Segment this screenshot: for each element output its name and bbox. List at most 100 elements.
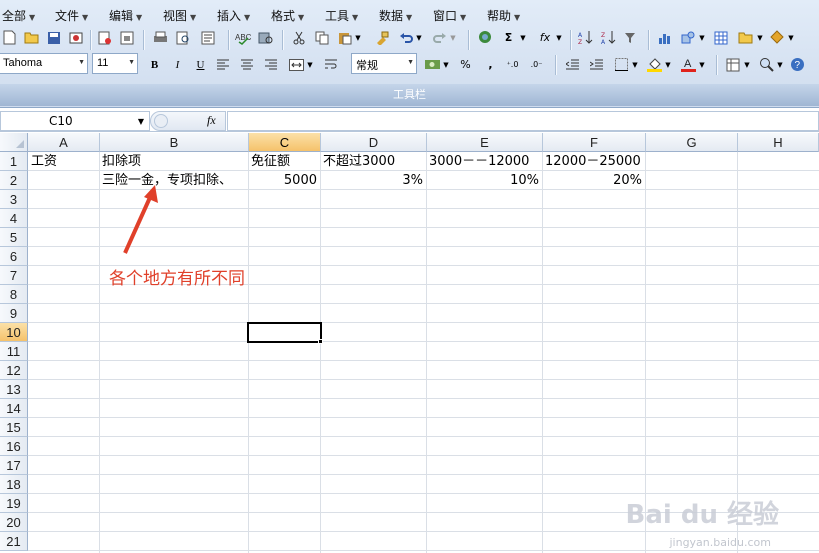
hyperlink-icon[interactable] — [476, 28, 495, 47]
column-header-f[interactable]: F — [543, 133, 646, 152]
format-cells-dropdown-icon[interactable]: ▼ — [742, 55, 752, 74]
font-name-select[interactable]: Tahoma ▼ — [0, 53, 88, 74]
currency-format-icon[interactable] — [423, 55, 442, 74]
menu-all[interactable]: 全部 ▼ — [2, 7, 35, 24]
spelling-icon[interactable]: ABC — [233, 28, 252, 47]
select-all-corner[interactable] — [0, 133, 28, 152]
folder-dropdown-icon[interactable]: ▼ — [755, 28, 765, 47]
help-dropdown-icon[interactable]: ▼ — [786, 28, 796, 47]
cell-e1[interactable]: 3000－－12000 — [426, 152, 542, 171]
menu-help[interactable]: 帮助 ▼ — [487, 7, 520, 24]
comma-style-button[interactable]: , — [481, 55, 500, 74]
active-cell-outline[interactable] — [247, 322, 322, 343]
row-header-17[interactable]: 17 — [0, 456, 28, 475]
column-header-b[interactable]: B — [100, 133, 249, 152]
format-cells-icon[interactable] — [724, 55, 743, 74]
redo-icon[interactable] — [430, 28, 449, 47]
align-center-icon[interactable] — [238, 55, 257, 74]
column-header-c[interactable]: C — [249, 133, 321, 152]
copy-icon[interactable] — [312, 28, 331, 47]
row-header-4[interactable]: 4 — [0, 209, 28, 228]
menu-tools[interactable]: 工具 ▼ — [325, 7, 358, 24]
cell-f1[interactable]: 12000－25000 — [542, 152, 645, 171]
menu-file[interactable]: 文件 ▼ — [55, 7, 88, 24]
filter-icon[interactable] — [622, 28, 641, 47]
redo-dropdown-icon[interactable]: ▼ — [448, 28, 458, 47]
row-header-19[interactable]: 19 — [0, 494, 28, 513]
fill-color-icon[interactable] — [645, 55, 664, 74]
sort-ascending-icon[interactable]: AZ — [576, 28, 595, 47]
font-color-icon[interactable]: A — [679, 55, 698, 74]
cell-f2[interactable]: 20% — [542, 171, 645, 190]
menu-insert[interactable]: 插入 ▼ — [217, 7, 250, 24]
autosum-icon[interactable]: Σ — [499, 28, 518, 47]
email-icon[interactable] — [95, 28, 114, 47]
row-header-9[interactable]: 9 — [0, 304, 28, 323]
row-header-12[interactable]: 12 — [0, 361, 28, 380]
cell-e2[interactable]: 10% — [426, 171, 542, 190]
function-dropdown-icon[interactable]: ▼ — [554, 28, 564, 47]
cell-b1[interactable]: 扣除项 — [99, 152, 248, 171]
cancel-entry-icon[interactable] — [154, 114, 168, 128]
cell-d2[interactable]: 3% — [320, 171, 426, 190]
menu-window[interactable]: 窗口 ▼ — [433, 7, 466, 24]
row-header-11[interactable]: 11 — [0, 342, 28, 361]
align-right-icon[interactable] — [262, 55, 281, 74]
cell-c1[interactable]: 免征额 — [248, 152, 320, 171]
decrease-indent-icon[interactable] — [563, 55, 582, 74]
undo-icon[interactable] — [396, 28, 415, 47]
row-header-20[interactable]: 20 — [0, 513, 28, 532]
cell-a1[interactable]: 工资 — [28, 152, 100, 171]
italic-button[interactable]: I — [168, 55, 187, 74]
chart-icon[interactable] — [656, 28, 675, 47]
pdf-icon[interactable] — [117, 28, 136, 47]
row-header-13[interactable]: 13 — [0, 380, 28, 399]
merge-center-icon[interactable] — [287, 55, 306, 74]
decrease-decimal-icon[interactable]: .0⁻ — [527, 55, 546, 74]
row-header-18[interactable]: 18 — [0, 475, 28, 494]
menu-format[interactable]: 格式 ▼ — [271, 7, 304, 24]
page-setup-icon[interactable] — [199, 28, 218, 47]
row-header-7[interactable]: 7 — [0, 266, 28, 285]
row-header-10[interactable]: 10 — [0, 323, 28, 342]
increase-decimal-icon[interactable]: ⁺.0 — [503, 55, 522, 74]
column-header-d[interactable]: D — [321, 133, 427, 152]
merge-dropdown-icon[interactable]: ▼ — [305, 55, 315, 74]
spreadsheet-grid[interactable]: A B C D E F G H 1 2 3 4 5 6 7 8 9 10 11 … — [0, 133, 819, 553]
percent-style-button[interactable]: % — [456, 55, 475, 74]
currency-dropdown-icon[interactable]: ▼ — [441, 55, 451, 74]
row-header-1[interactable]: 1 — [0, 152, 28, 171]
menu-view[interactable]: 视图 ▼ — [163, 7, 196, 24]
borders-dropdown-icon[interactable]: ▼ — [630, 55, 640, 74]
cut-icon[interactable] — [289, 28, 308, 47]
row-header-14[interactable]: 14 — [0, 399, 28, 418]
row-header-2[interactable]: 2 — [0, 171, 28, 190]
table-icon[interactable] — [712, 28, 731, 47]
column-header-e[interactable]: E — [427, 133, 543, 152]
font-color-dropdown-icon[interactable]: ▼ — [697, 55, 707, 74]
new-document-icon[interactable] — [0, 28, 19, 47]
bold-button[interactable]: B — [145, 55, 164, 74]
increase-indent-icon[interactable] — [587, 55, 606, 74]
permission-icon[interactable] — [66, 28, 85, 47]
column-header-h[interactable]: H — [738, 133, 819, 152]
row-header-8[interactable]: 8 — [0, 285, 28, 304]
fill-handle[interactable] — [318, 339, 323, 344]
cell-d1[interactable]: 不超过3000 — [320, 152, 426, 171]
paste-dropdown-icon[interactable]: ▼ — [353, 28, 363, 47]
row-header-5[interactable]: 5 — [0, 228, 28, 247]
print-icon[interactable] — [151, 28, 170, 47]
open-folder-icon[interactable] — [22, 28, 41, 47]
zoom-icon[interactable] — [757, 55, 776, 74]
row-header-3[interactable]: 3 — [0, 190, 28, 209]
name-box[interactable]: C10 ▼ — [0, 111, 150, 131]
wrap-text-icon[interactable] — [322, 55, 341, 74]
folder-icon[interactable] — [736, 28, 755, 47]
row-header-6[interactable]: 6 — [0, 247, 28, 266]
shapes-dropdown-icon[interactable]: ▼ — [697, 28, 707, 47]
insert-function-button[interactable]: fx — [207, 113, 216, 128]
align-left-icon[interactable] — [214, 55, 233, 74]
format-painter-icon[interactable] — [372, 28, 391, 47]
column-header-a[interactable]: A — [28, 133, 100, 152]
row-header-15[interactable]: 15 — [0, 418, 28, 437]
